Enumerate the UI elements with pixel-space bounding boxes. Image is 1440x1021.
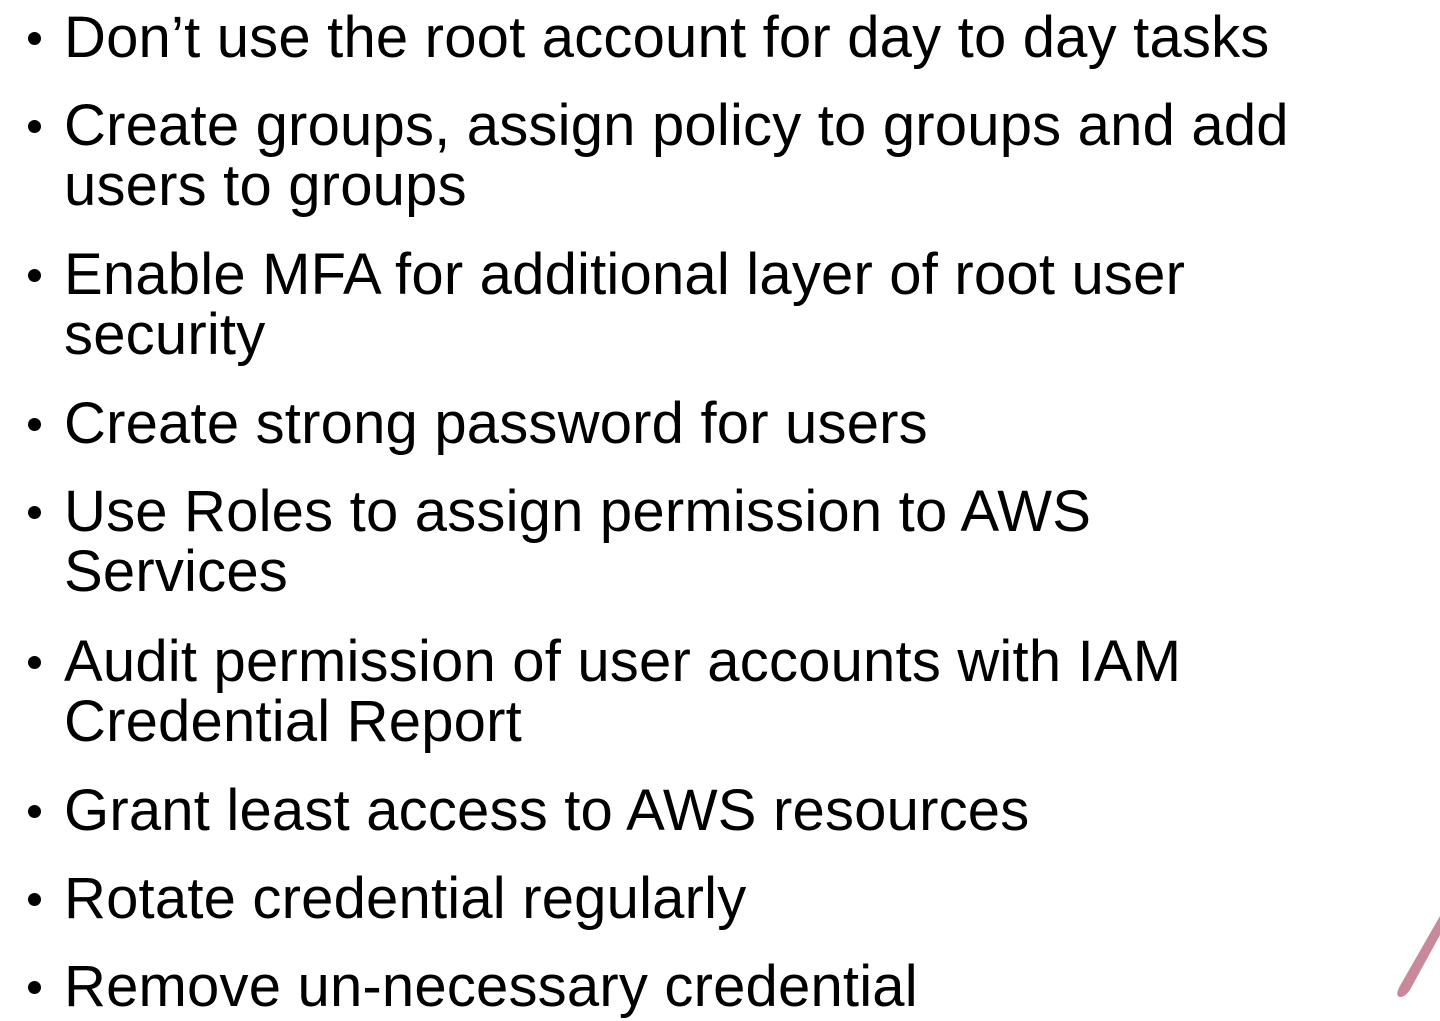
bullet-text-3: Enable MFA for additional layer of root …	[64, 242, 1186, 367]
slide: Don’t use the root account for day to da…	[0, 0, 1440, 1021]
bullet-icon	[28, 418, 41, 431]
bullet-icon	[28, 656, 41, 669]
decorative-accent-stroke	[1397, 916, 1440, 997]
bullet-text-7: Grant least access to AWS resources	[64, 778, 1030, 843]
bullet-text-8: Rotate credential regularly	[64, 866, 747, 931]
bullet-icon	[28, 893, 41, 906]
bullet-icon	[28, 120, 41, 133]
bullet-text-1: Don’t use the root account for day to da…	[64, 5, 1270, 70]
bullet-text-2: Create groups, assign policy to groups a…	[64, 93, 1289, 218]
bullet-icon	[28, 981, 41, 994]
bullet-text-4: Create strong password for users	[64, 391, 928, 456]
bullet-text-5: Use Roles to assign permission to AWS Se…	[64, 479, 1092, 604]
bullet-text-9: Remove un-necessary credential	[64, 954, 918, 1019]
accent-stroke-path	[1397, 916, 1440, 997]
bullet-icon	[28, 269, 41, 282]
bullet-text-6: Audit permission of user accounts with I…	[64, 629, 1182, 754]
bullet-icon	[28, 805, 41, 818]
bullet-icon	[28, 32, 41, 45]
bullet-icon	[28, 506, 41, 519]
